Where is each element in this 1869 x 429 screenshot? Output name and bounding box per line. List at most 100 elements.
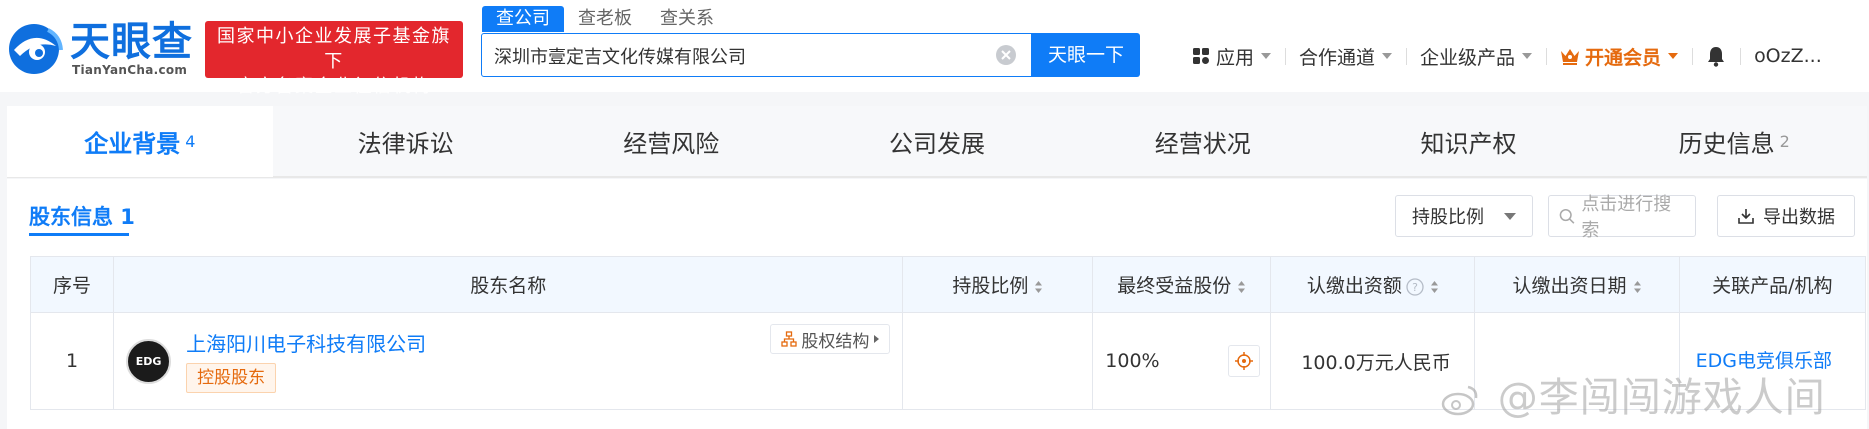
search-input[interactable]: 深圳市壹定吉文化传媒有限公司 — [481, 33, 1032, 77]
apps-grid-icon — [1193, 48, 1209, 64]
tab-label: 知识产权 — [1420, 129, 1517, 158]
search-tab-relation[interactable]: 查关系 — [646, 6, 728, 32]
equity-structure-button[interactable]: 股权结构 — [770, 324, 891, 354]
search-tab-boss[interactable]: 查老板 — [564, 6, 646, 32]
sort-icon[interactable] — [1633, 280, 1642, 294]
tab-label: 经营风险 — [623, 129, 720, 158]
tab-enterprise-background[interactable]: 企业背景 4 — [7, 106, 273, 177]
export-icon — [1738, 209, 1754, 224]
logo-domain: TianYanCha.com — [72, 63, 188, 77]
benefit-path-button[interactable] — [1228, 345, 1261, 377]
tab-label: 历史信息 — [1678, 129, 1775, 158]
export-data-button[interactable]: 导出数据 — [1717, 195, 1855, 237]
user-name: oOzZ... — [1754, 45, 1822, 67]
top-nav: 应用 合作通道 企业级产品 开通会员 oOzZ... — [1178, 40, 1836, 72]
nav-enterprise-label: 企业级产品 — [1420, 46, 1516, 69]
nav-vip-label: 开通会员 — [1585, 46, 1662, 69]
column-header-product: 关联产品/机构 — [1678, 256, 1867, 313]
tab-intellectual-property[interactable]: 知识产权 — [1335, 106, 1602, 177]
badge-line-1: 国家中小企业发展子基金旗下 — [217, 26, 451, 72]
tab-label: 企业背景 — [84, 130, 181, 158]
header-label: 序号 — [53, 275, 92, 297]
chevron-down-icon — [1522, 53, 1533, 59]
top-header: 天眼查 TianYanCha.com 国家中小企业发展子基金旗下 官方备案企业征… — [0, 0, 1869, 97]
nav-partner[interactable]: 合作通道 — [1285, 40, 1406, 72]
column-header-index: 序号 — [29, 256, 115, 313]
table-header-row: 序号 股东名称 持股比例 最终受益股份 认缴出资额? 认缴出资日期 关联产品/机… — [29, 256, 1867, 313]
section-title-underline — [29, 233, 129, 236]
chevron-down-icon — [1261, 53, 1272, 59]
cell-benefit: 100% — [1092, 312, 1272, 410]
column-header-benefit[interactable]: 最终受益股份 — [1092, 256, 1272, 313]
official-badge: 国家中小企业发展子基金旗下 官方备案企业征信机构 — [205, 21, 463, 97]
chevron-right-icon — [874, 335, 880, 343]
tab-count: 2 — [1779, 131, 1790, 151]
tab-company-development[interactable]: 公司发展 — [804, 106, 1070, 177]
tab-count: 4 — [185, 132, 196, 151]
tab-history-info[interactable]: 历史信息 2 — [1601, 106, 1868, 177]
nav-apps[interactable]: 应用 — [1178, 40, 1285, 72]
search-tab-company[interactable]: 查公司 — [482, 6, 564, 32]
page: 天眼查 TianYanCha.com 国家中小企业发展子基金旗下 官方备案企业征… — [0, 0, 1869, 429]
export-label: 导出数据 — [1763, 207, 1835, 228]
nav-notifications[interactable] — [1692, 40, 1740, 72]
shareholder-company-link[interactable]: 上海阳川电子科技有限公司 — [186, 328, 426, 357]
nav-apps-label: 应用 — [1216, 46, 1255, 69]
clear-icon[interactable] — [995, 44, 1017, 66]
header-label: 认缴出资额 — [1306, 275, 1402, 297]
sort-icon[interactable] — [1430, 280, 1439, 294]
company-section-tabs: 企业背景 4 法律诉讼 经营风险 公司发展 经营状况 知识产权 历史信息 2 — [7, 106, 1868, 178]
benefit-value: 100% — [1105, 350, 1160, 372]
search-input-value: 深圳市壹定吉文化传媒有限公司 — [494, 47, 746, 68]
equity-structure-label: 股权结构 — [801, 331, 870, 352]
target-icon — [1235, 352, 1254, 370]
column-header-amount[interactable]: 认缴出资额? — [1270, 256, 1476, 313]
search-placeholder: 点击进行搜索 — [1581, 194, 1672, 241]
ratio-filter-dropdown[interactable]: 持股比例 — [1395, 195, 1533, 237]
tab-business-risk[interactable]: 经营风险 — [538, 106, 805, 177]
bell-icon — [1708, 47, 1725, 67]
search-button[interactable]: 天眼一下 — [1032, 33, 1140, 77]
nav-vip[interactable]: 开通会员 — [1546, 40, 1692, 72]
avatar[interactable]: EDG — [126, 339, 172, 384]
shareholder-search-input[interactable]: 点击进行搜索 — [1548, 194, 1696, 241]
column-header-date[interactable]: 认缴出资日期 — [1474, 256, 1680, 313]
nav-enterprise[interactable]: 企业级产品 — [1406, 40, 1546, 72]
tab-business-status[interactable]: 经营状况 — [1069, 106, 1336, 177]
status-badge: 控股股东 — [186, 363, 277, 393]
logo-name: 天眼查 — [70, 19, 193, 65]
sort-icon[interactable] — [1237, 280, 1246, 294]
chevron-down-icon — [1504, 212, 1516, 220]
tab-legal-litigation[interactable]: 法律诉讼 — [272, 106, 539, 177]
structure-icon — [781, 331, 798, 347]
cell-shareholder-name: EDG 上海阳川电子科技有限公司 控股股东 股权结构 — [113, 312, 904, 410]
weibo-watermark: @李闯闯游戏人间 — [1440, 365, 1826, 423]
crown-icon — [1561, 49, 1580, 65]
cell-index: 1 — [29, 312, 115, 410]
badge-line-2: 官方备案企业征信机构 — [236, 76, 432, 97]
sort-icon[interactable] — [1034, 280, 1043, 294]
help-icon[interactable]: ? — [1406, 277, 1424, 296]
header-label: 股东名称 — [470, 275, 547, 297]
column-header-name: 股东名称 — [113, 256, 904, 313]
tab-label: 公司发展 — [889, 129, 986, 158]
nav-partner-label: 合作通道 — [1299, 46, 1376, 69]
column-header-ratio[interactable]: 持股比例 — [902, 256, 1094, 313]
search-icon — [1559, 208, 1575, 224]
tab-label: 经营状况 — [1154, 129, 1251, 158]
weibo-logo-icon — [1441, 385, 1478, 416]
watermark-text: @李闯闯游戏人间 — [1497, 375, 1826, 421]
svg-text:?: ? — [1412, 281, 1418, 294]
chevron-down-icon — [1668, 53, 1679, 59]
chevron-down-icon — [1382, 53, 1393, 59]
cell-ratio — [902, 312, 1094, 410]
ratio-filter-label: 持股比例 — [1412, 207, 1484, 228]
section-title: 股东信息 1 — [29, 205, 135, 229]
nav-user-menu[interactable]: oOzZ... — [1740, 40, 1836, 72]
tab-label: 法律诉讼 — [357, 129, 454, 158]
header-label: 关联产品/机构 — [1712, 275, 1833, 297]
tianyancha-logo[interactable]: 天眼查 TianYanCha.com — [6, 19, 196, 77]
header-label: 持股比例 — [952, 275, 1029, 297]
eye-logo-icon — [9, 24, 63, 74]
search-type-tabs: 查公司 查老板 查关系 — [482, 6, 728, 32]
